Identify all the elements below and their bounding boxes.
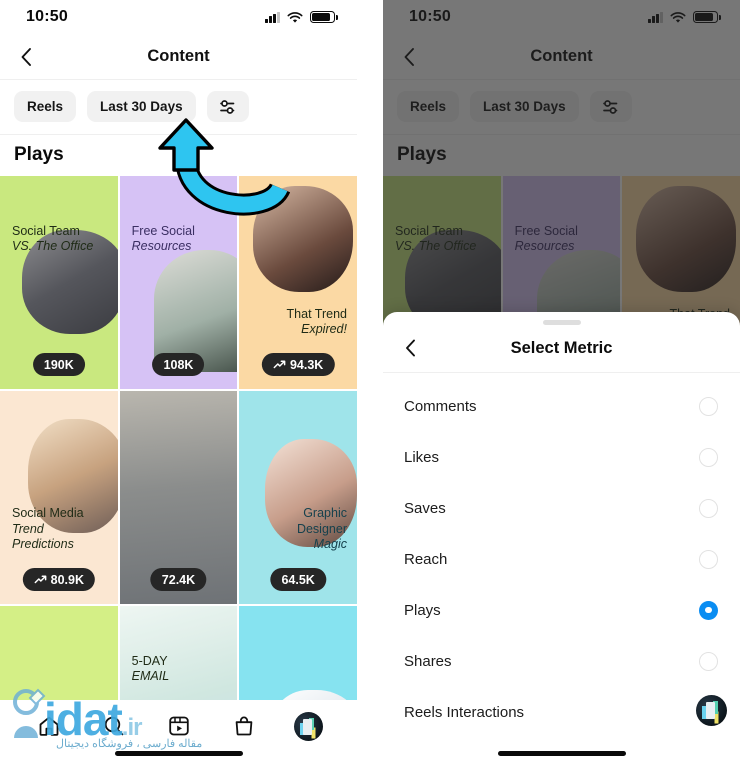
status-time: 10:50 [26,8,68,25]
cellular-signal-icon [648,11,663,23]
metric-option-shares[interactable]: Shares [383,636,740,687]
metric-option-saves[interactable]: Saves [383,483,740,534]
radio-unselected[interactable] [699,447,718,467]
radio-selected[interactable] [699,600,718,620]
post-caption: Free Social Resources [514,224,578,254]
screenshot-stage: 10:50 Content Reels Last 30 Days Plays S… [0,0,740,762]
grid-post-4[interactable]: Social MediaTrend Predictions 80.9K [0,391,118,604]
status-icons [265,11,338,23]
battery-icon [310,11,338,23]
cellular-signal-icon [265,11,280,23]
section-header-right: Plays [383,134,740,176]
profile-avatar [294,711,323,741]
post-caption: Social MediaTrend Predictions [12,506,84,551]
tab-reels[interactable] [162,709,196,743]
phone-screen-left: 10:50 Content Reels Last 30 Days Plays S… [0,0,357,762]
page-title-right: Content [530,47,593,65]
post-metric-badge: 80.9K [22,568,96,591]
section-title-right: Plays [397,144,447,165]
post-caption: Social Team VS. The Office [395,224,477,254]
wifi-icon [287,11,303,23]
back-button[interactable] [14,44,40,70]
metric-option-plays[interactable]: Plays [383,585,740,636]
sliders-icon [602,99,617,114]
post-thumbnail [253,186,354,292]
filter-chips-row-right: Reels Last 30 Days [383,80,740,134]
sliders-icon [219,99,234,114]
sheet-back-button[interactable] [399,336,423,360]
status-time-right: 10:50 [409,8,451,25]
metric-option-label: Reach [404,550,448,568]
status-icons-right [648,11,721,23]
filter-date-range-right[interactable]: Last 30 Days [470,91,579,122]
post-caption: Graphic DesignerMagic [296,506,347,551]
metric-option-reels-interactions[interactable]: Reels Interactions [383,687,740,738]
post-caption: 5-DAYEMAIL [131,654,170,684]
home-icon [39,716,58,736]
nav-bar: Content [0,34,357,80]
radio-unselected[interactable] [699,651,718,671]
section-title: Plays [14,144,64,165]
section-header: Plays [0,134,357,176]
tab-shop[interactable] [227,709,261,743]
metric-option-label: Shares [404,652,452,670]
grid-post-1[interactable]: Social TeamVS. The Office 190K [0,176,118,389]
metric-option-label: Reels Interactions [404,703,525,721]
sheet-title: Select Metric [510,338,613,357]
grid-post-5[interactable]: 72.4K [119,391,238,604]
post-metric-badge: 190K [32,353,85,376]
post-thumbnail [636,186,737,292]
reels-icon [168,716,189,736]
nav-bar-right: Content [383,34,740,80]
home-indicator [114,751,243,756]
select-metric-sheet: Select Metric Comments Likes Saves Reach Pla… [383,312,740,762]
status-bar: 10:50 [0,0,357,34]
back-button-right[interactable] [397,44,423,70]
battery-icon [693,11,721,23]
post-caption: Social Team VS. The Office [12,224,94,254]
filter-chips-row: Reels Last 30 Days [0,80,357,134]
home-indicator-right [497,751,626,756]
filter-content-type[interactable]: Reels [14,91,77,122]
metric-options-list: Comments Likes Saves Reach Plays Shares Reels … [383,373,740,762]
metric-option-label: Comments [404,397,477,415]
tab-home[interactable] [32,709,66,743]
tab-profile[interactable] [292,709,326,743]
wifi-icon [670,11,686,23]
post-caption: Free Social Resources [131,224,195,254]
filter-settings-button[interactable] [206,91,249,122]
radio-unselected[interactable] [699,549,718,569]
metric-option-reach[interactable]: Reach [383,534,740,585]
filter-settings-button-right[interactable] [589,91,632,122]
post-metric-badge: 72.4K [150,568,207,591]
status-bar-right: 10:50 [383,0,740,34]
metric-option-label: Saves [404,499,446,517]
post-metric-badge: 94.3K [261,353,335,376]
radio-unselected[interactable] [699,498,718,518]
grid-post-2[interactable]: Free SocialResources 108K [119,176,238,389]
filter-date-range[interactable]: Last 30 Days [87,91,196,122]
metric-option-likes[interactable]: Likes [383,432,740,483]
metric-option-label: Likes [404,448,440,466]
media-grid: Social Team VS. The Office 190K Free Social… [0,176,357,762]
search-icon [104,716,123,736]
metric-option-label: Plays [404,601,441,619]
post-metric-badge: 108K [152,353,205,376]
tab-search[interactable] [97,709,131,743]
shop-bag-icon [235,716,252,736]
post-caption: That TrendExpired! [286,306,347,336]
phone-screen-right: 10:50 Content Reels Last 30 Days Plays S… [383,0,740,762]
post-metric-badge: 64.5K [270,568,326,591]
grid-post-6[interactable]: Graphic DesignerMagic 64.5K [239,391,357,604]
floating-profile-avatar[interactable] [696,695,727,726]
radio-unselected[interactable] [699,396,718,416]
bottom-tab-bar [0,700,357,762]
page-title: Content [147,47,210,65]
metric-option-comments[interactable]: Comments [383,381,740,432]
filter-content-type-right[interactable]: Reels [397,91,460,122]
grid-post-3[interactable]: That TrendExpired! 94.3K [239,176,357,389]
sheet-header: Select Metric [383,325,740,373]
